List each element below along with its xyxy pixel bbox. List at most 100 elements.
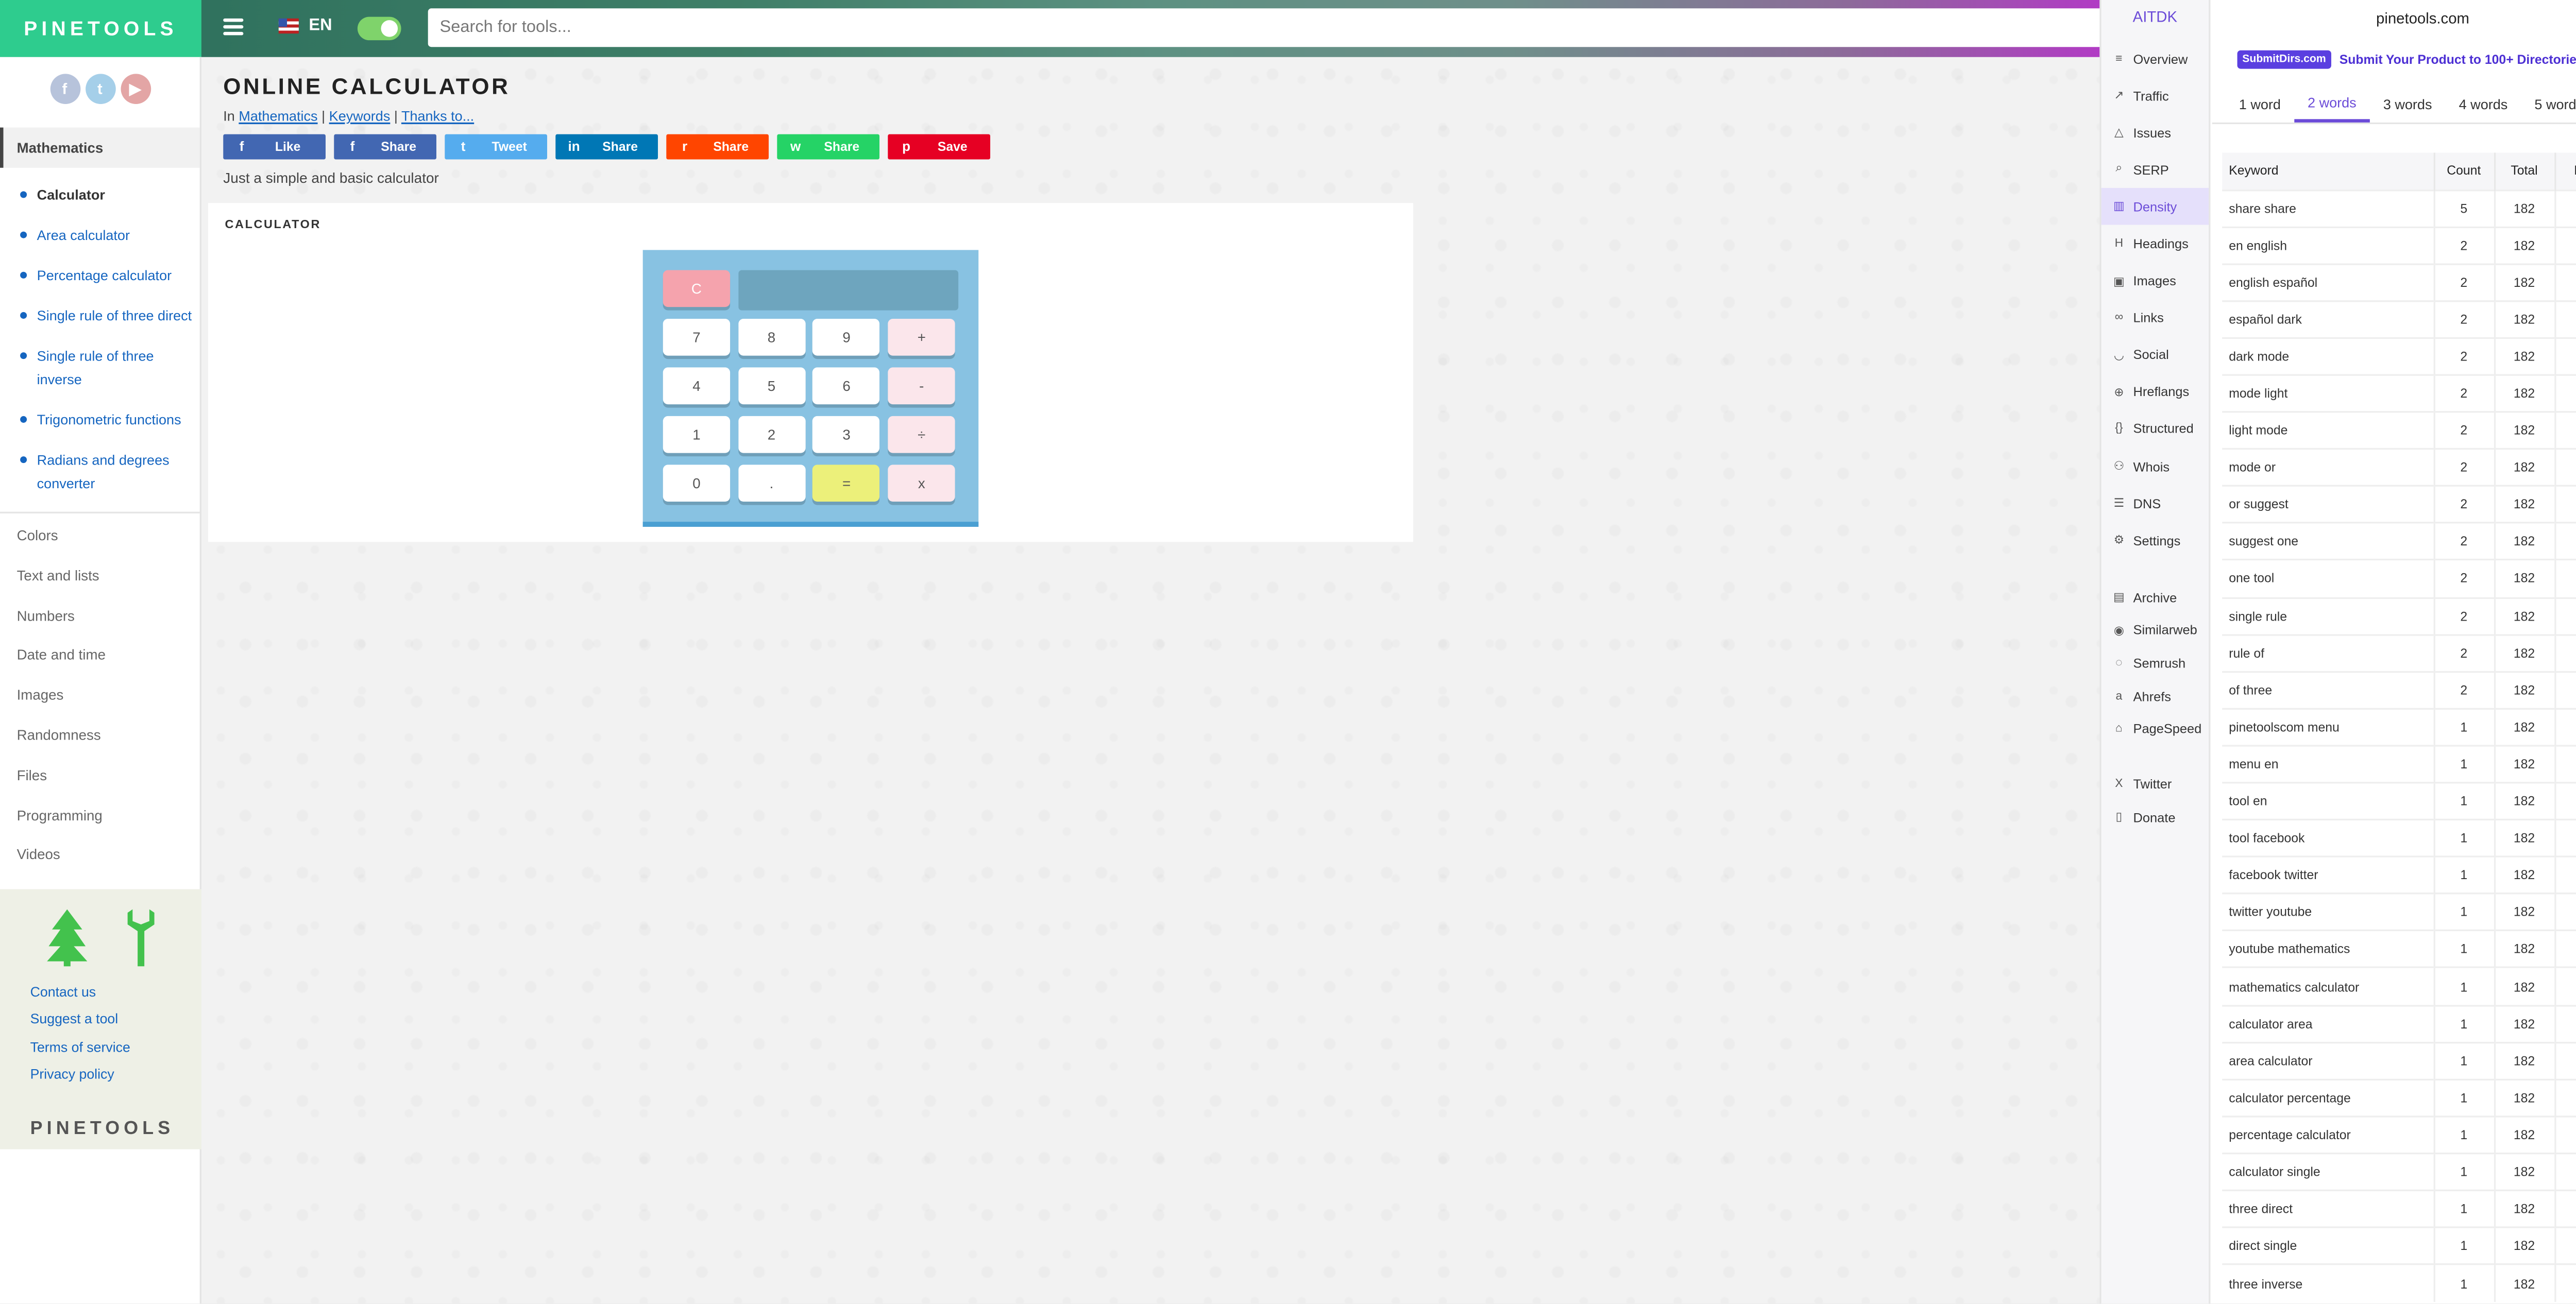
privacy-link[interactable]: Privacy policy: [30, 1067, 114, 1082]
category-item[interactable]: Images: [17, 687, 200, 727]
nav-item-similarweb[interactable]: ◉ Similarweb: [2102, 614, 2209, 647]
calc-key[interactable]: +: [888, 318, 955, 356]
calc-key[interactable]: x: [888, 465, 955, 502]
tool-link[interactable]: Percentage calculator: [37, 267, 172, 284]
footer-link-item[interactable]: Suggest a tool: [30, 1007, 201, 1035]
search-input[interactable]: [428, 8, 2107, 47]
share-button[interactable]: p Save: [888, 134, 991, 160]
nav-item-dns[interactable]: ☰ DNS: [2102, 485, 2209, 522]
promo-banner[interactable]: SubmitDirs.com Submit Your Product to 10…: [2221, 47, 2576, 71]
share-button[interactable]: in Share: [555, 134, 658, 160]
calc-key[interactable]: 2: [738, 416, 805, 453]
category-heading[interactable]: Mathematics: [0, 127, 200, 168]
contact-link[interactable]: Contact us: [30, 985, 96, 1000]
calc-key[interactable]: .: [738, 465, 805, 502]
calc-key[interactable]: 8: [738, 318, 805, 356]
tool-item[interactable]: Radians and degrees converter: [17, 448, 200, 495]
footer-link-item[interactable]: Terms of service: [30, 1035, 201, 1062]
share-button[interactable]: f Like: [223, 134, 326, 160]
tool-link[interactable]: Single rule of three direct: [37, 307, 192, 324]
breadcrumb-thanks[interactable]: Thanks to...: [401, 107, 474, 124]
nav-item-settings[interactable]: ⚙ Settings: [2102, 522, 2209, 559]
footer-link-item[interactable]: Privacy policy: [30, 1062, 201, 1089]
nav-item-structured[interactable]: {} Structured: [2102, 411, 2209, 448]
nav-item-whois[interactable]: ⚇ Whois: [2102, 448, 2209, 485]
tab-3-word[interactable]: 3 words: [2370, 84, 2446, 123]
share-button[interactable]: r Share: [666, 134, 769, 160]
category-item[interactable]: Colors: [17, 527, 200, 567]
nav-item-traffic[interactable]: ↗ Traffic: [2102, 77, 2209, 114]
tab-5-word[interactable]: 5 words: [2521, 84, 2576, 123]
site-logo[interactable]: PINETOOLS: [0, 0, 201, 57]
nav-item-semrush[interactable]: ◌ Semrush: [2102, 647, 2209, 680]
tab-2-word[interactable]: 2 words: [2294, 84, 2370, 123]
nav-item-overview[interactable]: ≡ Overview: [2102, 40, 2209, 77]
tool-item[interactable]: Single rule of three direct: [17, 304, 200, 328]
category-item[interactable]: Files: [17, 766, 200, 807]
breadcrumb-mathematics[interactable]: Mathematics: [239, 107, 317, 124]
tool-item-calculator[interactable]: Calculator: [17, 183, 200, 207]
nav-item-serp[interactable]: ⌕ SERP: [2102, 151, 2209, 188]
col-count[interactable]: Count: [2433, 152, 2495, 190]
category-item[interactable]: Videos: [17, 846, 200, 886]
tool-item[interactable]: Single rule of three inverse: [17, 344, 200, 391]
footer-link-item[interactable]: Contact us: [30, 980, 201, 1007]
nav-item-ahrefs[interactable]: a Ahrefs: [2102, 680, 2209, 713]
calc-key[interactable]: =: [812, 465, 880, 502]
col-density[interactable]: Density: [2554, 152, 2576, 190]
nav-item-hreflangs[interactable]: ⊕ Hreflangs: [2102, 374, 2209, 411]
tool-item[interactable]: Percentage calculator: [17, 263, 200, 287]
calc-key[interactable]: 5: [738, 367, 805, 405]
nav-item-pagespeed[interactable]: ⌂ PageSpeed: [2102, 713, 2209, 746]
total-cell: 182: [2494, 856, 2555, 894]
tool-link[interactable]: Area calculator: [37, 227, 130, 244]
breadcrumb-keywords[interactable]: Keywords: [329, 107, 391, 124]
social-icon: ◡: [2113, 350, 2124, 363]
category-item[interactable]: Date and time: [17, 646, 200, 687]
nav-item-archive[interactable]: ▤ Archive: [2102, 581, 2209, 614]
share-button[interactable]: t Tweet: [445, 134, 548, 160]
nav-item-links[interactable]: ∞ Links: [2102, 300, 2209, 337]
calc-key[interactable]: 9: [812, 318, 880, 356]
category-item[interactable]: Programming: [17, 807, 200, 847]
language-selector[interactable]: EN: [278, 17, 332, 35]
share-button[interactable]: f Share: [334, 134, 437, 160]
twitter-icon[interactable]: t: [84, 74, 115, 104]
share-button[interactable]: w Share: [777, 134, 880, 160]
category-item[interactable]: Text and lists: [17, 567, 200, 607]
nav-item-images[interactable]: ▣ Images: [2102, 263, 2209, 300]
nav-item-issues[interactable]: △ Issues: [2102, 114, 2209, 151]
tool-item[interactable]: Trigonometric functions: [17, 408, 200, 432]
youtube-icon[interactable]: ▶: [120, 74, 150, 104]
nav-item-headings[interactable]: H Headings: [2102, 226, 2209, 263]
facebook-icon[interactable]: f: [49, 74, 80, 104]
terms-link[interactable]: Terms of service: [30, 1039, 130, 1054]
clear-button[interactable]: C: [663, 270, 731, 307]
nav-item-social[interactable]: ◡ Social: [2102, 337, 2209, 374]
suggest-tool-link[interactable]: Suggest a tool: [30, 1012, 118, 1027]
nav-item-density[interactable]: ▥ Density: [2101, 188, 2209, 226]
tool-link[interactable]: Radians and degrees converter: [37, 451, 170, 491]
calc-key[interactable]: 0: [663, 465, 731, 502]
calc-key[interactable]: -: [888, 367, 955, 405]
table-row: twitter youtube11820.55%: [2222, 893, 2576, 931]
col-keyword[interactable]: Keyword: [2222, 152, 2435, 190]
tab-4-word[interactable]: 4 words: [2446, 84, 2521, 123]
calc-key[interactable]: ÷: [888, 416, 955, 453]
category-item[interactable]: Randomness: [17, 727, 200, 767]
calc-key[interactable]: 6: [812, 367, 880, 405]
category-item[interactable]: Numbers: [17, 607, 200, 647]
nav-item-twitter[interactable]: X Twitter: [2102, 768, 2209, 801]
nav-item-donate[interactable]: ▯ Donate: [2102, 801, 2209, 834]
calc-key[interactable]: 4: [663, 367, 731, 405]
dark-mode-toggle[interactable]: [357, 16, 401, 41]
tool-link[interactable]: Single rule of three inverse: [37, 347, 154, 387]
calc-key[interactable]: 7: [663, 318, 731, 356]
tool-item[interactable]: Area calculator: [17, 223, 200, 247]
tool-link[interactable]: Trigonometric functions: [37, 411, 181, 428]
menu-icon[interactable]: [223, 18, 244, 36]
col-total[interactable]: Total: [2494, 152, 2555, 190]
tab-1-word[interactable]: 1 word: [2226, 84, 2294, 123]
calc-key[interactable]: 3: [812, 416, 880, 453]
calc-key[interactable]: 1: [663, 416, 731, 453]
